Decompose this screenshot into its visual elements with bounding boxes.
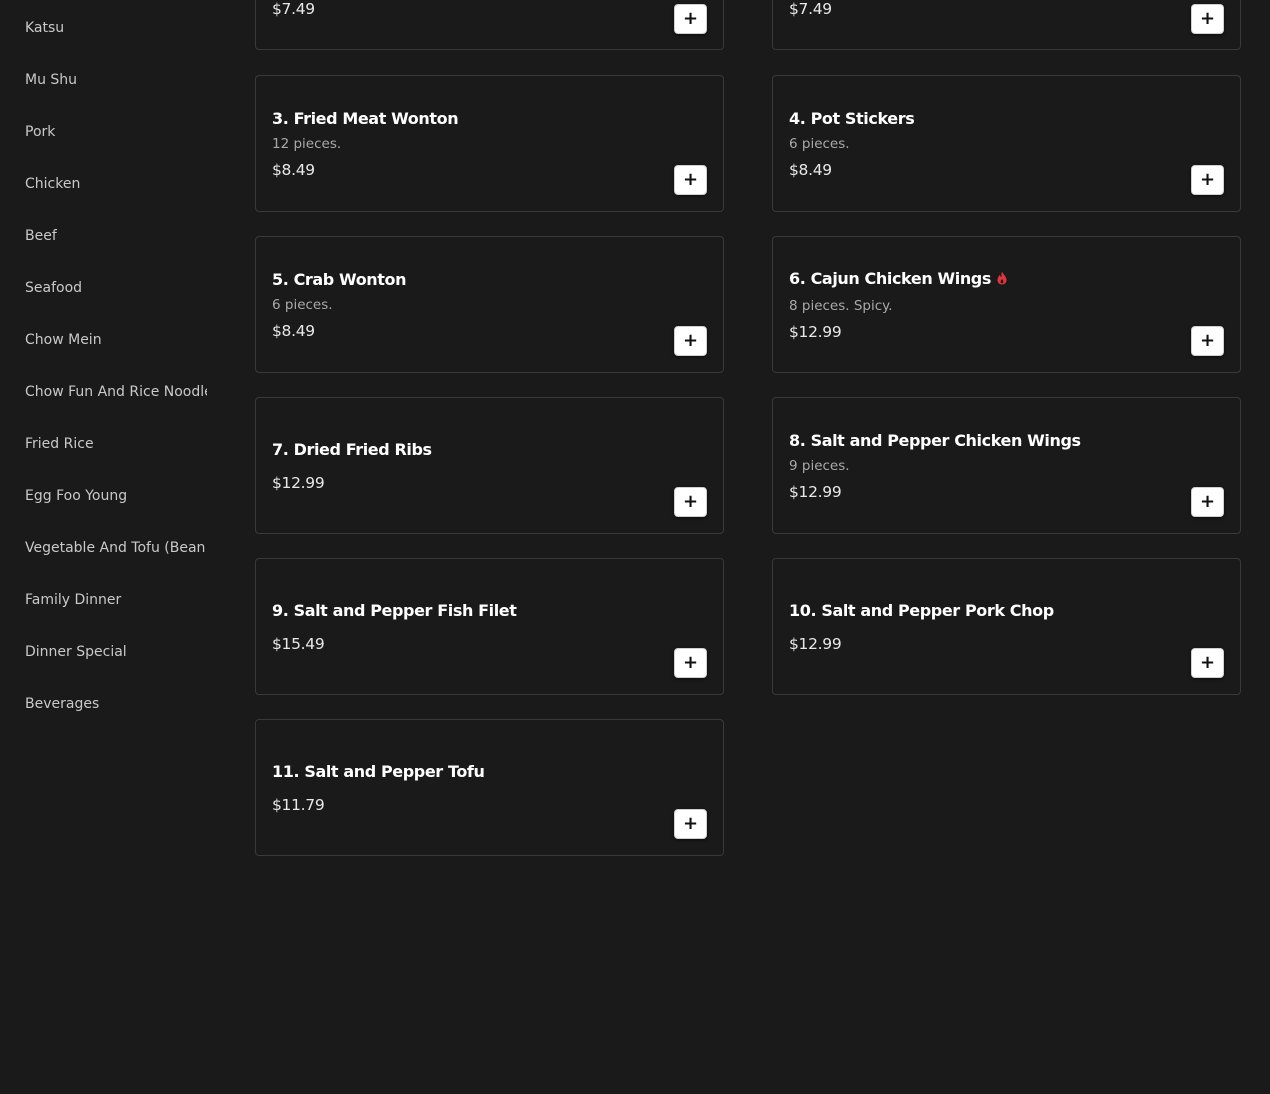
item-name: 10. Salt and Pepper Pork Chop xyxy=(789,601,1054,620)
plus-icon: + xyxy=(1199,330,1216,351)
plus-icon: + xyxy=(1199,652,1216,673)
item-price: $12.99 xyxy=(789,483,842,501)
plus-icon: + xyxy=(682,330,699,351)
item-description: 9 pieces. xyxy=(789,458,850,474)
item-price: $12.99 xyxy=(789,323,842,341)
menu-item-card[interactable]: 8. Salt and Pepper Chicken Wings 9 piece… xyxy=(772,397,1241,534)
sidebar-item-beef[interactable]: Beef xyxy=(25,227,207,245)
plus-icon: + xyxy=(682,491,699,512)
item-name: 6. Cajun Chicken Wings xyxy=(789,269,991,288)
sidebar-item-egg-foo-young[interactable]: Egg Foo Young xyxy=(25,487,207,505)
item-price: $11.79 xyxy=(272,796,325,814)
plus-icon: + xyxy=(682,813,699,834)
item-name: 8. Salt and Pepper Chicken Wings xyxy=(789,431,1081,450)
add-to-cart-button[interactable]: + xyxy=(674,487,707,517)
sidebar-item-dinner-special[interactable]: Dinner Special xyxy=(25,643,207,661)
item-price: $7.49 xyxy=(789,0,832,18)
sidebar-item-mu-shu[interactable]: Mu Shu xyxy=(25,71,207,89)
plus-icon: + xyxy=(1199,491,1216,512)
menu-item-card[interactable]: 11. Salt and Pepper Tofu $11.79 + xyxy=(255,719,724,856)
plus-icon: + xyxy=(1199,8,1216,29)
item-price: $7.49 xyxy=(272,0,315,18)
menu-item-card[interactable]: $7.49 + xyxy=(255,0,724,50)
add-to-cart-button[interactable]: + xyxy=(674,648,707,678)
flame-icon xyxy=(997,271,1007,285)
item-price: $8.49 xyxy=(272,161,315,179)
item-price: $8.49 xyxy=(789,161,832,179)
item-name: 7. Dried Fried Ribs xyxy=(272,440,432,459)
item-name: 9. Salt and Pepper Fish Filet xyxy=(272,601,517,620)
add-to-cart-button[interactable]: + xyxy=(1191,165,1224,195)
item-name: 4. Pot Stickers xyxy=(789,109,915,128)
add-to-cart-button[interactable]: + xyxy=(674,165,707,195)
item-price: $15.49 xyxy=(272,635,325,653)
add-to-cart-button[interactable]: + xyxy=(1191,326,1224,356)
sidebar-item-family-dinner[interactable]: Family Dinner xyxy=(25,591,207,609)
item-description: 12 pieces. xyxy=(272,136,342,152)
item-price: $12.99 xyxy=(789,635,842,653)
plus-icon: + xyxy=(682,8,699,29)
item-price: $8.49 xyxy=(272,322,315,340)
menu-item-card[interactable]: $7.49 + xyxy=(772,0,1241,50)
add-to-cart-button[interactable]: + xyxy=(1191,487,1224,517)
sidebar-item-beverages[interactable]: Beverages xyxy=(25,695,207,713)
item-name: 5. Crab Wonton xyxy=(272,270,407,289)
add-to-cart-button[interactable]: + xyxy=(674,809,707,839)
menu-item-card[interactable]: 5. Crab Wonton 6 pieces. $8.49 + xyxy=(255,236,724,373)
menu-item-card[interactable]: 9. Salt and Pepper Fish Filet $15.49 + xyxy=(255,558,724,695)
category-sidebar: Katsu Mu Shu Pork Chicken Beef Seafood C… xyxy=(0,0,207,1094)
item-price: $12.99 xyxy=(272,474,325,492)
item-name: 11. Salt and Pepper Tofu xyxy=(272,762,485,781)
item-description: 6 pieces. xyxy=(789,136,850,152)
plus-icon: + xyxy=(1199,169,1216,190)
menu-item-card[interactable]: 7. Dried Fried Ribs $12.99 + xyxy=(255,397,724,534)
item-name-row: 6. Cajun Chicken Wings xyxy=(789,269,1007,289)
add-to-cart-button[interactable]: + xyxy=(1191,648,1224,678)
plus-icon: + xyxy=(682,652,699,673)
plus-icon: + xyxy=(682,169,699,190)
item-description: 8 pieces. Spicy. xyxy=(789,298,893,314)
menu-item-card[interactable]: 4. Pot Stickers 6 pieces. $8.49 + xyxy=(772,75,1241,212)
sidebar-item-pork[interactable]: Pork xyxy=(25,123,207,141)
menu-item-card[interactable]: 3. Fried Meat Wonton 12 pieces. $8.49 + xyxy=(255,75,724,212)
add-to-cart-button[interactable]: + xyxy=(1191,4,1224,34)
sidebar-item-fried-rice[interactable]: Fried Rice xyxy=(25,435,207,453)
sidebar-item-chow-fun[interactable]: Chow Fun And Rice Noodle xyxy=(25,383,207,401)
item-name: 3. Fried Meat Wonton xyxy=(272,109,459,128)
add-to-cart-button[interactable]: + xyxy=(674,4,707,34)
sidebar-item-seafood[interactable]: Seafood xyxy=(25,279,207,297)
sidebar-item-vegetable-tofu[interactable]: Vegetable And Tofu (Bean Curd) xyxy=(25,539,207,557)
sidebar-item-katsu[interactable]: Katsu xyxy=(25,19,207,37)
add-to-cart-button[interactable]: + xyxy=(674,326,707,356)
sidebar-item-chicken[interactable]: Chicken xyxy=(25,175,207,193)
menu-item-card[interactable]: 6. Cajun Chicken Wings 8 pieces. Spicy. … xyxy=(772,236,1241,373)
item-description: 6 pieces. xyxy=(272,297,333,313)
menu-item-card[interactable]: 10. Salt and Pepper Pork Chop $12.99 + xyxy=(772,558,1241,695)
sidebar-item-chow-mein[interactable]: Chow Mein xyxy=(25,331,207,349)
